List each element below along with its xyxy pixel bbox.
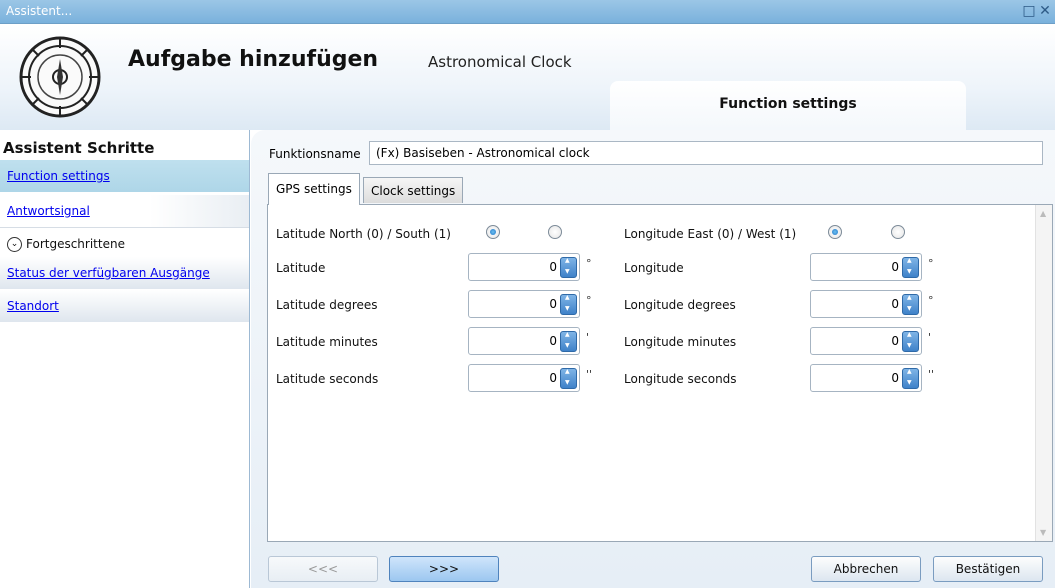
spin-arrows-icon[interactable] [560,368,577,389]
spin-arrows-icon[interactable] [902,331,919,352]
spin-arrows-icon[interactable] [560,294,577,315]
latitude-seconds-value: 0 [549,371,557,385]
latitude-seconds-label: Latitude seconds [276,372,379,386]
longitude-west-radio[interactable] [891,225,905,239]
previous-button[interactable]: <<< [268,556,378,582]
next-button[interactable]: >>> [389,556,499,582]
sidebar-item-label: Function settings [7,169,110,183]
longitude-label: Longitude [624,261,684,275]
longitude-value: 0 [891,260,899,274]
latitude-minutes-unit: ' [586,331,590,344]
title-bar: Assistent... □ ✕ [0,0,1055,24]
spin-arrows-icon[interactable] [560,331,577,352]
sidebar-item-label: Fortgeschrittene [26,237,125,251]
main-panel: Funktionsname (Fx) Basiseben - Astronomi… [251,130,1055,588]
vertical-scrollbar[interactable]: ▲ ▼ [1035,205,1052,541]
longitude-ew-label: Longitude East (0) / West (1) [624,227,797,241]
spin-arrows-icon[interactable] [902,257,919,278]
scroll-down-icon[interactable]: ▼ [1040,528,1046,537]
latitude-seconds-stepper[interactable]: 0 [468,364,580,392]
window-title: Assistent... [6,4,73,18]
page-title: Aufgabe hinzufügen [128,47,379,72]
longitude-unit: ° [928,257,934,270]
sidebar-item-status-ausgaenge[interactable]: Status der verfügbaren Ausgänge [0,257,249,289]
spin-arrows-icon[interactable] [902,294,919,315]
latitude-stepper[interactable]: 0 [468,253,580,281]
sidebar-item-label: Status der verfügbaren Ausgänge [7,266,210,280]
longitude-degrees-stepper[interactable]: 0 [810,290,922,318]
longitude-stepper[interactable]: 0 [810,253,922,281]
longitude-degrees-label: Longitude degrees [624,298,736,312]
astronomical-clock-logo-icon [19,36,101,118]
scroll-up-icon[interactable]: ▲ [1040,209,1046,218]
longitude-degrees-value: 0 [891,297,899,311]
spin-arrows-icon[interactable] [560,257,577,278]
latitude-label: Latitude [276,261,326,275]
latitude-value: 0 [549,260,557,274]
sidebar-item-fortgeschrittene[interactable]: ⌄ Fortgeschrittene [0,227,249,259]
latitude-minutes-label: Latitude minutes [276,335,378,349]
sidebar-item-standort[interactable]: Standort [0,290,249,322]
longitude-seconds-stepper[interactable]: 0 [810,364,922,392]
longitude-minutes-stepper[interactable]: 0 [810,327,922,355]
sidebar-item-antwortsignal[interactable]: Antwortsignal [0,195,249,227]
close-icon[interactable]: ✕ [1037,3,1053,19]
latitude-seconds-unit: '' [586,368,593,381]
maximize-icon[interactable]: □ [1021,3,1037,19]
function-name-label: Funktionsname [269,147,361,161]
chevron-down-icon[interactable]: ⌄ [7,237,22,252]
page-subtitle: Astronomical Clock [428,53,572,71]
latitude-minutes-value: 0 [549,334,557,348]
sidebar-item-function-settings[interactable]: Function settings [0,160,249,192]
sidebar-item-label: Standort [7,299,59,313]
longitude-seconds-label: Longitude seconds [624,372,737,386]
function-name-input[interactable]: (Fx) Basiseben - Astronomical clock [369,141,1043,165]
longitude-minutes-value: 0 [891,334,899,348]
header: Aufgabe hinzufügen Astronomical Clock Fu… [0,25,1055,130]
latitude-unit: ° [586,257,592,270]
sidebar-item-label: Antwortsignal [7,204,90,218]
gps-settings-content: Latitude North (0) / South (1) Latitude … [267,204,1053,542]
cancel-button[interactable]: Abbrechen [811,556,921,582]
longitude-east-radio[interactable] [828,225,842,239]
latitude-south-radio[interactable] [548,225,562,239]
longitude-minutes-unit: ' [928,331,932,344]
confirm-button[interactable]: Bestätigen [933,556,1043,582]
tab-gps-settings[interactable]: GPS settings [268,173,360,205]
current-step-tab: Function settings [610,81,966,130]
latitude-degrees-stepper[interactable]: 0 [468,290,580,318]
longitude-seconds-value: 0 [891,371,899,385]
latitude-degrees-unit: ° [586,294,592,307]
latitude-minutes-stepper[interactable]: 0 [468,327,580,355]
latitude-ns-label: Latitude North (0) / South (1) [276,227,451,241]
spin-arrows-icon[interactable] [902,368,919,389]
sidebar-heading: Assistent Schritte [3,139,155,157]
longitude-minutes-label: Longitude minutes [624,335,737,349]
tab-clock-settings[interactable]: Clock settings [363,177,464,203]
latitude-degrees-label: Latitude degrees [276,298,378,312]
longitude-degrees-unit: ° [928,294,934,307]
latitude-north-radio[interactable] [486,225,500,239]
longitude-seconds-unit: '' [928,368,935,381]
window-controls: □ ✕ [1021,3,1053,19]
latitude-degrees-value: 0 [549,297,557,311]
wizard-steps-sidebar: Assistent Schritte Function settings Ant… [0,130,250,588]
